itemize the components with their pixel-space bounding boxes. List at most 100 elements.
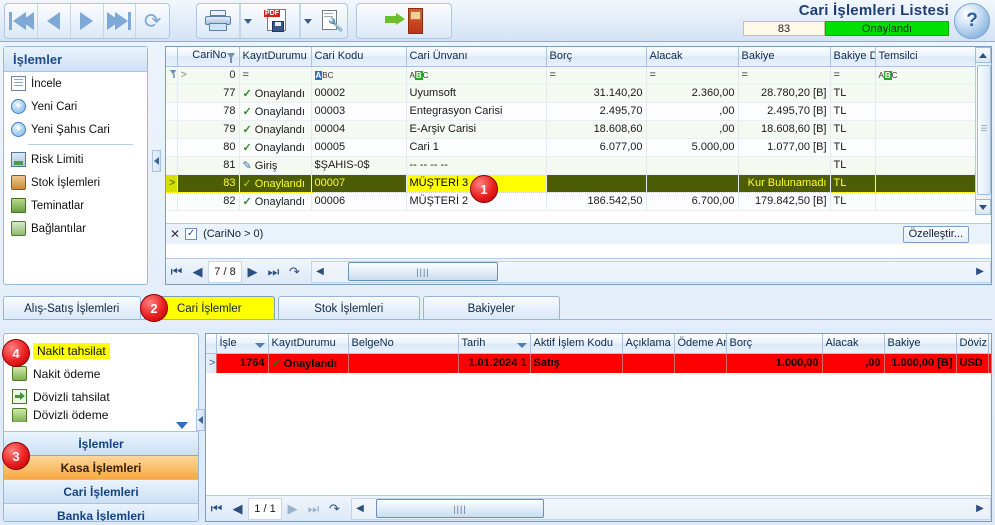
pager-first-button[interactable]: ⏮ bbox=[166, 261, 187, 283]
col-header-alacak[interactable]: Alacak bbox=[646, 47, 739, 67]
cell-bakiye: 2.495,70 [B] bbox=[738, 102, 831, 121]
accordion-kasa-islemleri[interactable]: Kasa İşlemleri bbox=[4, 455, 198, 479]
col-header-alacak[interactable]: Alacak bbox=[822, 334, 885, 354]
filter-icon[interactable] bbox=[226, 53, 236, 64]
hscroll-right-icon[interactable]: ▶ bbox=[972, 503, 988, 514]
col-header-kayitdurumu[interactable]: KayıtDurumu bbox=[239, 47, 312, 67]
col-header-borc[interactable]: Borç bbox=[546, 47, 647, 67]
col-header-v[interactable]: V bbox=[988, 334, 991, 354]
export-options-button[interactable] bbox=[300, 4, 315, 38]
collapse-sidebar-top-handle[interactable] bbox=[152, 150, 161, 172]
col-header-aktif-islem-kodu[interactable]: Aktif İşlem Kodu bbox=[530, 334, 623, 354]
help-button[interactable]: ? bbox=[954, 3, 990, 39]
hscroll-left-icon[interactable]: ◀ bbox=[352, 503, 368, 514]
detail-pager-prev-button[interactable]: ◀ bbox=[227, 498, 248, 520]
col-header-cari-unvani[interactable]: Cari Ünvanı bbox=[406, 47, 547, 67]
hscroll-right-icon[interactable]: ▶ bbox=[972, 266, 988, 277]
sidebar-item-risk-limiti[interactable]: Risk Limiti bbox=[4, 148, 147, 171]
filter-cell-kayitdurumu[interactable]: = bbox=[239, 66, 312, 85]
col-header-bakiye[interactable]: Bakiye bbox=[884, 334, 957, 354]
col-header-belgeno[interactable]: BelgeNo bbox=[348, 334, 459, 354]
col-header-odeme-araci[interactable]: Ödeme Ara bbox=[674, 334, 727, 354]
table-row-selected[interactable]: > 83 ✓ Onaylandı 00007 MÜŞTERİ 3 Kur Bul… bbox=[166, 173, 978, 193]
table-row[interactable]: 82 ✓ Onaylandı 00006 MÜŞTERİ 2 186.542,5… bbox=[166, 192, 978, 211]
hscrollbar-thumb[interactable]: |||| bbox=[376, 499, 544, 518]
col-header-cari-kodu[interactable]: Cari Kodu bbox=[311, 47, 407, 67]
table-row[interactable]: 80 ✓ Onaylandı 00005 Cari 1 6.077,00 5.0… bbox=[166, 138, 978, 157]
list-item-nakit-tahsilat[interactable]: Nakit tahsilat bbox=[4, 339, 198, 362]
scroll-down-button[interactable] bbox=[975, 199, 991, 215]
col-header-bakiye-dovizi[interactable]: Bakiye D bbox=[830, 47, 876, 67]
grid-horizontal-scrollbar[interactable]: ◀ |||| ▶ bbox=[311, 260, 991, 283]
tab-alis-satis-islemleri[interactable]: Alış-Satış İşlemleri bbox=[3, 296, 141, 320]
print-button[interactable] bbox=[197, 4, 241, 38]
table-row[interactable]: 79 ✓ Onaylandı 00004 E-Arşiv Carisi 18.6… bbox=[166, 120, 978, 139]
filter-cell-bakiye-dovizi[interactable]: = bbox=[830, 66, 876, 85]
filter-cell-alacak[interactable]: = bbox=[646, 66, 739, 85]
next-record-button[interactable] bbox=[71, 4, 104, 38]
col-header-borc[interactable]: Borç bbox=[726, 334, 823, 354]
col-header-temsilci[interactable]: Temsilci bbox=[875, 47, 978, 67]
scrollbar-thumb[interactable]: ☰ bbox=[977, 65, 991, 195]
previous-record-button[interactable] bbox=[38, 4, 71, 38]
scroll-more-icon[interactable] bbox=[176, 422, 188, 429]
settings-button[interactable]: 🔧 bbox=[315, 4, 347, 38]
abc-filter-icon: ABC bbox=[878, 71, 898, 80]
table-row[interactable]: 78 ✓ Onaylandı 00003 Entegrasyon Carisi … bbox=[166, 102, 978, 121]
col-header-kayitdurumu[interactable]: KayıtDurumu bbox=[268, 334, 349, 354]
pager-refresh-button[interactable]: ↷ bbox=[284, 261, 305, 283]
refresh-button[interactable]: ⟳ bbox=[136, 4, 169, 38]
detail-pager-refresh-button[interactable]: ↷ bbox=[324, 498, 345, 520]
pager-prev-button[interactable]: ◀ bbox=[187, 261, 208, 283]
sidebar-item-baglantilar[interactable]: Bağlantılar bbox=[4, 217, 147, 240]
list-item-dovizli-odeme[interactable]: Dövizli ödeme bbox=[4, 408, 198, 422]
accordion-banka-islemleri[interactable]: Banka İşlemleri bbox=[4, 503, 198, 521]
list-item-nakit-odeme[interactable]: Nakit ödeme bbox=[4, 362, 198, 385]
hscrollbar-thumb[interactable]: |||| bbox=[348, 262, 498, 281]
col-header-tarih[interactable]: Tarih bbox=[458, 334, 531, 354]
filter-expression[interactable]: (CariNo > 0) bbox=[203, 228, 263, 240]
col-header-isle[interactable]: İşle bbox=[216, 334, 269, 354]
first-record-button[interactable] bbox=[5, 4, 38, 38]
tab-bakiyeler[interactable]: Bakiyeler bbox=[422, 296, 560, 320]
last-record-button[interactable] bbox=[104, 4, 137, 38]
filter-enabled-checkbox[interactable]: ✓ bbox=[185, 228, 198, 240]
pager-next-button[interactable]: ▶ bbox=[242, 261, 263, 283]
detail-horizontal-scrollbar[interactable]: ◀ |||| ▶ bbox=[351, 497, 991, 520]
sidebar-item-stok-islemleri[interactable]: Stok İşlemleri bbox=[4, 171, 147, 194]
tab-stok-islemleri[interactable]: Stok İşlemleri bbox=[278, 296, 420, 320]
export-pdf-button[interactable]: PDF bbox=[255, 4, 301, 38]
sidebar-item-teminatlar[interactable]: Teminatlar bbox=[4, 194, 147, 217]
filter-cell-cari-unvani[interactable]: ABC bbox=[406, 66, 547, 85]
accordion-cari-islemleri[interactable]: Cari İşlemleri bbox=[4, 479, 198, 503]
table-row[interactable]: 77 ✓ Onaylandı 00002 Uyumsoft 31.140,20 … bbox=[166, 84, 978, 103]
filter-cell-temsilci[interactable]: ABC bbox=[875, 66, 978, 85]
sidebar-item-yeni-cari[interactable]: + Yeni Cari bbox=[4, 95, 147, 118]
collapse-sidebar-bottom-handle[interactable] bbox=[196, 409, 205, 431]
pager-last-button[interactable]: ⏭ bbox=[263, 261, 284, 283]
detail-pager-next-button[interactable]: ▶ bbox=[282, 498, 303, 520]
table-row[interactable]: > 1764 ✓ Onaylandı 1.01.2024 1 Satış 1.0… bbox=[206, 353, 991, 373]
col-header-carino[interactable]: CariNo bbox=[177, 47, 240, 67]
filter-cell-cari-kodu[interactable]: ABC bbox=[311, 66, 407, 85]
col-header-aciklama[interactable]: Açıklama bbox=[622, 334, 675, 354]
filter-cell-carino[interactable]: >0 bbox=[177, 66, 240, 85]
accordion-islemler[interactable]: İşlemler bbox=[4, 431, 198, 455]
detail-pager-first-button[interactable]: ⏮ bbox=[206, 498, 227, 520]
table-row[interactable]: 81 ✎ Giriş $ŞAHIS-0$ -- -- -- -- TL bbox=[166, 156, 978, 175]
sidebar-item-incele[interactable]: İncele bbox=[4, 72, 147, 95]
close-filter-icon[interactable]: ✕ bbox=[170, 227, 180, 241]
filter-cell-bakiye[interactable]: = bbox=[738, 66, 831, 85]
grid-vertical-scrollbar[interactable]: ☰ bbox=[975, 47, 991, 215]
hscroll-left-icon[interactable]: ◀ bbox=[312, 266, 328, 277]
detail-pager-last-button[interactable]: ⏭ bbox=[303, 498, 324, 520]
customize-button[interactable]: Özelleştir... bbox=[902, 226, 969, 243]
filter-cell-borc[interactable]: = bbox=[546, 66, 647, 85]
print-options-button[interactable] bbox=[240, 4, 255, 38]
exit-button[interactable] bbox=[357, 4, 451, 38]
sidebar-item-yeni-sahis-cari[interactable]: + Yeni Şahıs Cari bbox=[4, 118, 147, 141]
col-header-bakiye[interactable]: Bakiye bbox=[738, 47, 831, 67]
scroll-up-button[interactable] bbox=[975, 47, 991, 63]
col-header-doviz[interactable]: Döviz bbox=[956, 334, 989, 354]
list-item-dovizli-tahsilat[interactable]: Dövizli tahsilat bbox=[4, 385, 198, 408]
